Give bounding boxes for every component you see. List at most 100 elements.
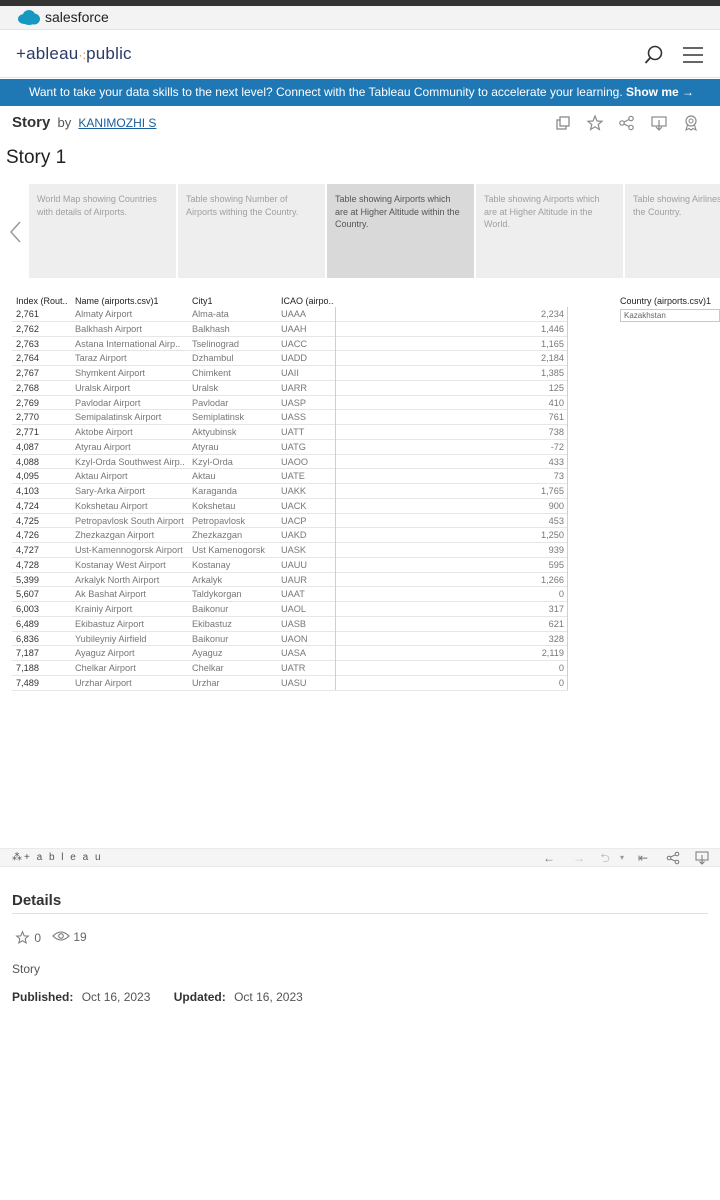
cell-altitude: 125 [548,382,564,393]
hamburger-menu-icon[interactable] [682,46,704,64]
cell-name: Krainiy Airport [75,604,133,614]
viz-of-the-day-icon[interactable] [682,114,700,132]
chevron-down-icon[interactable]: ▾ [615,851,629,865]
cell-name: Sary-Arka Airport [75,486,145,496]
header-city[interactable]: City1 [192,296,213,306]
table-row[interactable]: 2,761 Almaty Airport Alma-ata UAAA 2,234 [12,307,568,322]
country-filter-input[interactable]: Kazakhstan [620,309,720,322]
table-row[interactable]: 4,727 Ust-Kamennogorsk Airport Ust Kamenog… [12,543,568,558]
favorites-stat[interactable]: 0 [14,930,41,945]
table-row[interactable]: 7,489 Urzhar Airport Urzhar UASU 0 [12,676,568,691]
table-row[interactable]: 4,095 Aktau Airport Aktau UATE 73 [12,469,568,484]
cell-icao: UATT [281,427,305,437]
cell-icao: UAKD [281,530,307,541]
share-icon[interactable] [618,114,636,132]
table-row[interactable]: 2,770 Semipalatinsk Airport Semiplatinsk UA… [12,410,568,425]
story-points-navigator: World Map showing Countries with details… [0,184,720,278]
table-row[interactable]: 2,769 Pavlodar Airport Pavlodar UASP 410 [12,396,568,411]
table-row[interactable]: 5,607 Ak Bashat Airport Taldykorgan UAAT 0 [12,587,568,602]
cell-city: Dzhambul [192,353,234,364]
table-row[interactable]: 7,188 Chelkar Airport Chelkar UATR 0 [12,661,568,676]
table-row[interactable]: 6,836 Yubileyniy Airfield Baikonur UAON 328 [12,632,568,647]
views-count: 19 [73,930,87,944]
cell-altitude: 1,266 [541,574,564,585]
cell-city: Pavlodar [192,397,229,408]
details-heading: Details [12,892,62,909]
story-point-1[interactable]: World Map showing Countries with details… [29,184,176,278]
tableau-toolbar-logo[interactable]: ⁂+ a b l e a u [12,852,103,863]
cell-name: Uralsk Airport [75,382,131,393]
table-row[interactable]: 5,399 Arkalyk North Airport Arkalyk UAUR 1,2… [12,573,568,588]
table-row[interactable]: 4,088 Kzyl-Orda Southwest Airp.. Kzyl-Orda… [12,455,568,470]
chevron-left-icon[interactable] [8,220,22,244]
cell-altitude: 1,250 [541,530,564,541]
table-row[interactable]: 2,762 Balkhash Airport Balkhash UAAH 1,446 [12,322,568,337]
table-row[interactable]: 7,187 Ayaguz Airport Ayaguz UASA 2,119 [12,646,568,661]
table-row[interactable]: 4,725 Petropavlosk South Airport Petropavl… [12,514,568,529]
cell-index: 2,761 [16,309,39,319]
logo-main: +ableau [16,44,79,63]
table-row[interactable]: 6,003 Krainiy Airport Baikonur UAOL 317 [12,602,568,617]
download-icon[interactable] [650,114,668,132]
redo-icon[interactable]: → [572,851,586,865]
updated-label: Updated: [173,990,226,1004]
cell-index: 4,725 [16,515,39,526]
cell-index: 7,188 [16,663,39,673]
search-icon[interactable] [643,44,665,66]
story-point-5[interactable]: Table showing Airlines in the Country. [625,184,720,278]
favorite-star-icon[interactable] [586,114,604,132]
copy-icon[interactable] [554,114,572,132]
favorite-star-icon [15,930,30,944]
cell-icao: UASP [281,397,307,408]
show-me-link[interactable]: Show me → [626,85,694,99]
cell-icao: UASK [281,545,307,555]
community-banner: Want to take your data skills to the nex… [0,79,720,106]
story-point-4[interactable]: Table showing Airports which are at High… [476,184,623,278]
table-row[interactable]: 4,726 Zhezkazgan Airport Zhezkazgan UAKD 1,2… [12,528,568,543]
table-row[interactable]: 4,728 Kostanay West Airport Kostanay UAUU 59… [12,558,568,573]
cell-name: Astana International Airp.. [75,338,181,349]
table-row[interactable]: 6,489 Ekibastuz Airport Ekibastuz UASB 621 [12,617,568,632]
toolbar-download-icon[interactable] [695,851,709,865]
table-row[interactable]: 2,767 Shymkent Airport Chimkent UAII 1,385 [12,366,568,381]
cell-index: 4,727 [16,545,39,555]
cell-index: 2,771 [16,427,39,437]
eye-icon [52,931,70,941]
cell-index: 2,762 [16,323,39,334]
revert-icon[interactable]: ⮌ [598,851,612,865]
table-row[interactable]: 4,087 Atyrau Airport Atyrau UATG -72 [12,440,568,455]
header-index[interactable]: Index (Rout.. [16,296,68,306]
story-point-3[interactable]: Table showing Airports which are at High… [327,184,474,278]
cell-icao: UATG [281,441,306,452]
cell-icao: UATR [281,663,306,673]
cell-city: Alma-ata [192,309,229,319]
undo-icon[interactable]: ← [542,851,556,865]
story-point-2[interactable]: Table showing Number of Airports withing… [178,184,325,278]
cell-icao: UACC [281,338,308,349]
header-name[interactable]: Name (airports.csv)1 [75,296,159,306]
tableau-public-logo[interactable]: +ableau·:public [16,44,132,64]
cell-name: Ust-Kamennogorsk Airport [75,545,183,555]
table-row[interactable]: 2,763 Astana International Airp.. Tselinog… [12,337,568,352]
cell-name: Kostanay West Airport [75,559,166,570]
cell-icao: UAKK [281,486,307,496]
toolbar-share-icon[interactable] [666,851,680,865]
table-row[interactable]: 4,103 Sary-Arka Airport Karaganda UAKK 1,765 [12,484,568,499]
cell-icao: UAAA [281,309,307,319]
header-icao[interactable]: ICAO (airpo.. [281,296,334,306]
cell-altitude: 900 [548,500,564,511]
cell-icao: UAUR [281,574,308,585]
cell-altitude: 1,165 [541,338,564,349]
salesforce-cloud-icon [18,10,40,25]
updated-date: Oct 16, 2023 [234,990,303,1004]
table-row[interactable]: 2,771 Aktobe Airport Aktyubinsk UATT 738 [12,425,568,440]
cell-icao: UAOL [281,604,307,614]
cell-city: Aktau [192,471,216,482]
cell-altitude: 761 [548,412,564,423]
table-row[interactable]: 2,768 Uralsk Airport Uralsk UARR 125 [12,381,568,396]
cell-icao: UAII [281,368,299,378]
cell-city: Kzyl-Orda [192,456,233,467]
reset-icon[interactable]: ⇤ [636,851,650,865]
table-row[interactable]: 2,764 Taraz Airport Dzhambul UADD 2,184 [12,351,568,366]
table-row[interactable]: 4,724 Kokshetau Airport Kokshetau UACK 900 [12,499,568,514]
